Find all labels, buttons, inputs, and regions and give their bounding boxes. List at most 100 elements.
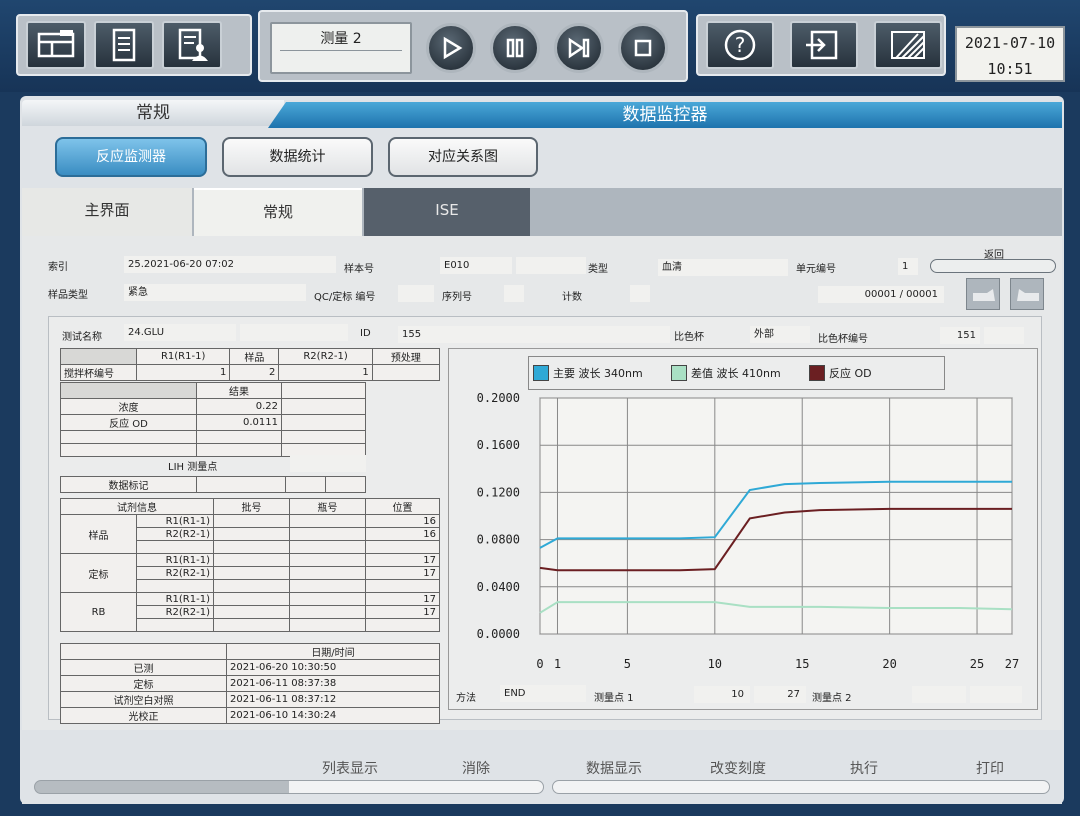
stir-value-r1: 1 bbox=[135, 364, 231, 381]
result-value: 0.22 bbox=[196, 398, 282, 415]
patient-button[interactable] bbox=[162, 21, 222, 69]
y-tick-label: 0.0800 bbox=[477, 533, 520, 547]
point2-end-field bbox=[970, 686, 1022, 703]
stop-button[interactable] bbox=[618, 23, 668, 73]
qc-no-label: QC/定标 编号 bbox=[314, 292, 376, 303]
reagent-position: 17 bbox=[365, 566, 440, 580]
tab-routine[interactable]: 常规 bbox=[194, 188, 362, 236]
y-tick-label: 0.2000 bbox=[477, 391, 520, 405]
scroll-bar-right[interactable] bbox=[552, 780, 1050, 794]
result-value: 0.0111 bbox=[196, 414, 282, 431]
id-field: 155 bbox=[398, 326, 670, 343]
reagent-position: 17 bbox=[365, 605, 440, 619]
stir-value-r2: 1 bbox=[278, 364, 373, 381]
x-tick-label: 0 bbox=[536, 657, 543, 671]
monitor-button[interactable] bbox=[874, 21, 942, 69]
table-row: 样品 R1(R1-1) 16 bbox=[60, 514, 440, 554]
sample-no-field: E010 bbox=[440, 257, 512, 274]
return-button[interactable] bbox=[930, 259, 1056, 273]
legend-label: 主要 波长 340nm bbox=[553, 367, 643, 380]
svg-text:?: ? bbox=[735, 33, 746, 57]
stop-icon bbox=[634, 39, 652, 57]
y-tick-label: 0.1600 bbox=[477, 438, 520, 452]
stir-value-row: 搅拌杯编号 1 2 1 bbox=[60, 364, 441, 381]
table-row: 反应 OD 0.0111 bbox=[60, 414, 366, 431]
method-label: 方法 bbox=[456, 693, 476, 704]
test-name-field: 24.GLU bbox=[124, 324, 236, 341]
scroll-bar-left[interactable] bbox=[34, 780, 544, 794]
change-scale-button[interactable]: 改变刻度 bbox=[678, 758, 798, 778]
sample-type-field: 紧急 bbox=[124, 284, 306, 301]
unit-no-field: 1 bbox=[898, 258, 918, 275]
list-button[interactable] bbox=[94, 21, 154, 69]
legend-item-reaction: 反应 OD bbox=[809, 365, 872, 381]
cuvette-no-extra-field bbox=[984, 327, 1024, 344]
id-label: ID bbox=[360, 328, 371, 339]
play-icon bbox=[443, 36, 463, 60]
date-value: 2021-06-20 10:30:50 bbox=[226, 659, 440, 676]
stir-value-sample: 2 bbox=[229, 364, 280, 381]
table-row: 浓度 0.22 bbox=[60, 398, 366, 415]
hand-left-icon bbox=[973, 289, 995, 301]
execute-button[interactable]: 执行 bbox=[804, 758, 924, 778]
document-list-icon bbox=[112, 28, 136, 62]
tab-ise[interactable]: ISE bbox=[364, 188, 530, 236]
hand-right-icon bbox=[1017, 289, 1039, 301]
sample-type-label: 样品类型 bbox=[48, 290, 88, 301]
point1-start-field: 10 bbox=[694, 686, 750, 703]
result-table: 结果 浓度 0.22 反应 OD 0.0111 bbox=[60, 382, 366, 457]
reaction-monitor-button[interactable]: 反应监测器 bbox=[55, 137, 207, 177]
list-display-button[interactable]: 列表显示 bbox=[290, 758, 410, 778]
legend-item-main: 主要 波长 340nm bbox=[533, 365, 643, 381]
table-row: RB R1(R1-1) 17 bbox=[60, 592, 440, 632]
count-field bbox=[630, 285, 650, 302]
table-row: 试剂空白对照 2021-06-11 08:37:12 bbox=[60, 691, 440, 708]
chart-legend: 主要 波长 340nm 差值 波长 410nm 反应 OD bbox=[528, 356, 945, 390]
reaction-chart: 0.20000.16000.12000.08000.04000.00000 1 5 1… bbox=[477, 391, 1020, 671]
sampling-stop-button[interactable] bbox=[554, 23, 604, 73]
reagent-position: 16 bbox=[365, 514, 440, 528]
cuvette-no-field: 151 bbox=[940, 327, 980, 344]
help-button[interactable]: ? bbox=[706, 21, 774, 69]
data-statistics-button[interactable]: 数据统计 bbox=[222, 137, 373, 177]
legend-swatch bbox=[671, 365, 687, 381]
start-button[interactable] bbox=[426, 23, 476, 73]
prev-page-button[interactable] bbox=[966, 278, 1000, 310]
print-button[interactable]: 打印 bbox=[930, 758, 1050, 778]
tab-main[interactable]: 主界面 bbox=[22, 188, 192, 236]
reagent-r-label: R2(R2-1) bbox=[136, 527, 214, 541]
legend-item-diff: 差值 波长 410nm bbox=[671, 365, 781, 381]
legend-swatch bbox=[809, 365, 825, 381]
date-label: 光校正 bbox=[60, 707, 227, 724]
reagent-position: 17 bbox=[365, 592, 440, 606]
next-page-button[interactable] bbox=[1010, 278, 1044, 310]
pause-button[interactable] bbox=[490, 23, 540, 73]
logout-button[interactable] bbox=[790, 21, 858, 69]
datetime-display: 2021-07-10 10:51 bbox=[955, 26, 1065, 82]
count-label: 计数 bbox=[562, 292, 582, 303]
stripes-icon bbox=[891, 31, 925, 59]
document-user-icon bbox=[178, 28, 208, 61]
clear-button[interactable]: 消除 bbox=[416, 758, 536, 778]
reagent-r-label: R1(R1-1) bbox=[136, 592, 214, 606]
test-name-label: 测试名称 bbox=[62, 332, 102, 343]
result-label: 浓度 bbox=[60, 398, 197, 415]
data-display-button[interactable]: 数据显示 bbox=[554, 758, 674, 778]
play-stop-icon bbox=[568, 37, 590, 59]
legend-swatch bbox=[533, 365, 549, 381]
reagent-header-position: 位置 bbox=[365, 498, 440, 515]
data-mark-label: 数据标记 bbox=[60, 476, 197, 493]
point2-label: 测量点 2 bbox=[812, 693, 852, 704]
date-value: 2021-06-11 08:37:12 bbox=[226, 691, 440, 708]
legend-label: 差值 波长 410nm bbox=[691, 367, 781, 380]
correlation-chart-button[interactable]: 对应关系图 bbox=[388, 137, 538, 177]
test-name-extra-field bbox=[240, 324, 348, 341]
section-title: 常规 bbox=[22, 100, 284, 126]
x-tick-label: 20 bbox=[882, 657, 896, 671]
sequence-field bbox=[504, 285, 524, 302]
system-menu-button[interactable] bbox=[26, 21, 86, 69]
time-text: 10:51 bbox=[987, 60, 1033, 78]
cuvette-no-label: 比色杯编号 bbox=[818, 334, 868, 345]
date-value: 2021-06-10 14:30:24 bbox=[226, 707, 440, 724]
pause-icon bbox=[506, 38, 524, 58]
